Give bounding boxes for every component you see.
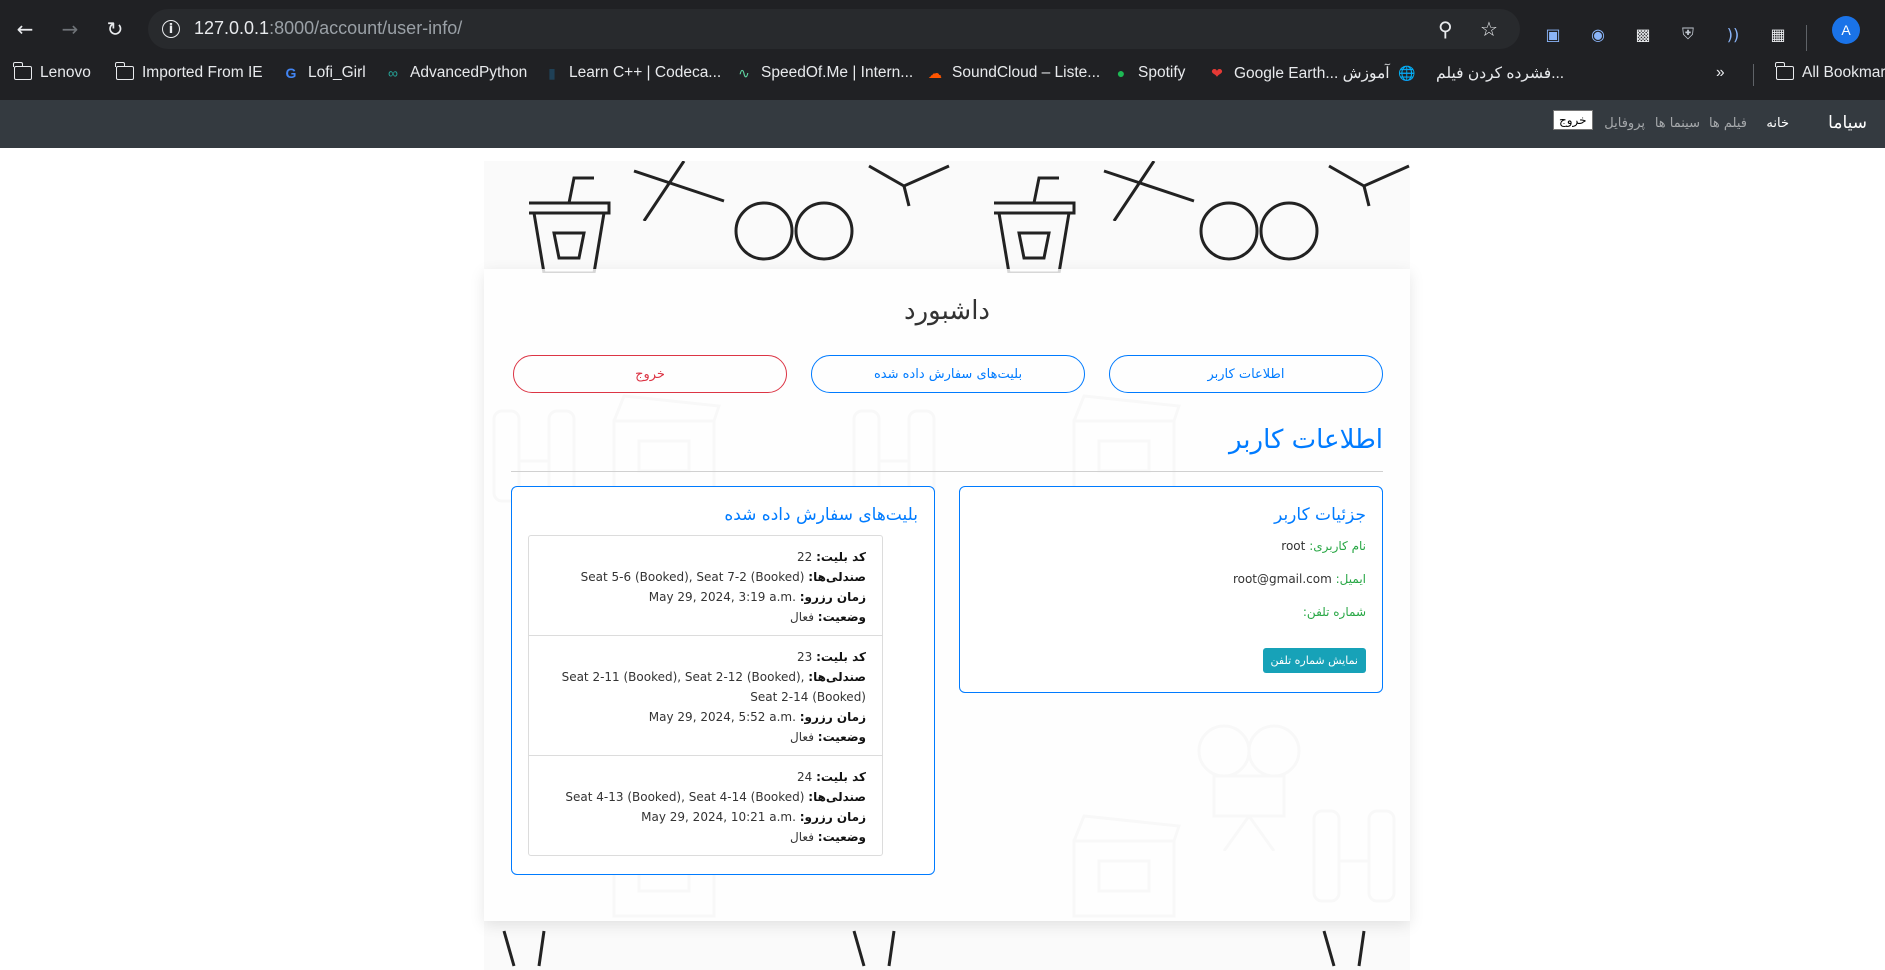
user-details-title: جزئیات کاربر — [1274, 505, 1366, 525]
dashboard-card: داشبورد اطلاعات کاربر بلیت‌های سفارش داد… — [484, 269, 1410, 921]
list-item: کد بلیت: 22 صندلی‌ها: Seat 5-6 (Booked),… — [529, 536, 882, 636]
google-icon: G — [285, 65, 297, 81]
email-label: ایمیل: — [1335, 572, 1366, 586]
clapperboard-icon — [1103, 161, 1195, 221]
ticket-list: کد بلیت: 22 صندلی‌ها: Seat 5-6 (Booked),… — [528, 535, 883, 856]
nav-link-profile[interactable]: پروفایل — [1604, 116, 1645, 131]
ordered-tickets-title: بلیت‌های سفارش داده شده — [724, 505, 918, 525]
browser-toolbar: ← → ↻ i 127.0.0.1:8000/account/user-info… — [0, 9, 1885, 51]
ticket-time-line: زمان رزرو: May 29, 2024, 10:21 a.m. — [641, 810, 866, 824]
ticket-code-line: کد بلیت: 23 — [796, 650, 866, 664]
folder-icon — [13, 62, 32, 80]
list-item: کد بلیت: 23 صندلی‌ها: Seat 2-11 (Booked)… — [529, 636, 882, 756]
dashboard-title: داشبورد — [904, 296, 990, 326]
soundcloud-icon: ☁ — [928, 64, 942, 81]
folder-icon — [1775, 62, 1794, 80]
bookmark-speedofme[interactable]: ∿ SpeedOf.Me | Intern... — [735, 64, 913, 82]
section-title: اطلاعات کاربر — [1228, 425, 1383, 455]
soda-cup-icon — [529, 176, 611, 273]
username-label: نام کاربری: — [1309, 539, 1366, 553]
ticket-code-line: کد بلیت: 24 — [796, 770, 866, 784]
bookmark-compress-video[interactable]: 🌐 فشرده کردن فیلم... — [1398, 64, 1564, 83]
back-icon[interactable]: ← — [10, 14, 40, 44]
bookmark-google-earth[interactable]: ❤ Google Earth... آموزش — [1208, 64, 1389, 83]
profile-avatar[interactable]: A — [1832, 16, 1860, 44]
user-info-button[interactable]: اطلاعات کاربر — [1109, 355, 1383, 393]
popcorn-icon — [1328, 164, 1410, 207]
ticket-status-line: وضعیت: فعال — [790, 610, 866, 624]
ticket-status-line: وضعیت: فعال — [790, 730, 866, 744]
bookmark-lofi-girl[interactable]: G Lofi_Girl — [282, 64, 366, 82]
codecademy-icon: ▮ — [548, 64, 556, 81]
bookmarks-separator — [1753, 64, 1754, 86]
film-camera-icon — [734, 201, 854, 261]
bookmark-lenovo[interactable]: Lenovo — [13, 62, 91, 82]
nav-link-home[interactable]: خانه — [1766, 116, 1789, 131]
clapperboard-icon — [633, 161, 725, 221]
bookmark-soundcloud[interactable]: ☁ SoundCloud – Liste... — [926, 64, 1100, 82]
ticket-code-line: کد بلیت: 22 — [796, 550, 866, 564]
section-divider — [511, 471, 1383, 472]
email-row: ایمیل: root@gmail.com — [1233, 572, 1366, 586]
toolbar-separator — [1806, 25, 1807, 51]
folder-icon — [115, 62, 134, 80]
globe-icon: 🌐 — [1398, 65, 1416, 81]
bookmarks-bar: Lenovo Imported From IE G Lofi_Girl ∞ Adva… — [0, 58, 1885, 92]
address-bar[interactable]: i 127.0.0.1:8000/account/user-info/ ⚲ ☆ — [148, 9, 1520, 49]
ordered-tickets-box: بلیت‌های سفارش داده شده کد بلیت: 22 صندل… — [511, 486, 935, 875]
spotify-icon: ● — [1116, 65, 1126, 81]
ordered-tickets-button[interactable]: بلیت‌های سفارش داده شده — [811, 355, 1085, 393]
email-value: root@gmail.com — [1232, 572, 1332, 586]
vpn-extension-icon[interactable]: ◉ — [1587, 23, 1609, 45]
reload-icon[interactable]: ↻ — [100, 14, 130, 44]
site-navbar: سیاما خانه فیلم ها سینما ها پروفایل — [0, 100, 1885, 148]
ticket-seats-line: صندلی‌ها: Seat 4-13 (Booked), Seat 4-14 … — [565, 790, 866, 804]
bookmarks-overflow-icon[interactable]: » — [1716, 64, 1725, 82]
python-course-icon: ∞ — [388, 65, 398, 81]
zoom-icon[interactable]: ⚲ — [1438, 17, 1453, 41]
read-aloud-extension-icon[interactable]: )) — [1722, 23, 1744, 45]
ticket-time-line: زمان رزرو: May 29, 2024, 3:19 a.m. — [648, 590, 866, 604]
nav-link-cinemas[interactable]: سینما ها — [1655, 116, 1700, 131]
phone-row: شماره تلفن: — [1303, 605, 1366, 619]
show-phone-button[interactable]: نمایش شماره تلفن — [1262, 648, 1366, 673]
popcorn-icon — [868, 164, 950, 207]
ticket-seats-line: صندلی‌ها: Seat 2-11 (Booked), Seat 2-12 … — [561, 670, 866, 684]
logout-button[interactable]: خروج — [513, 355, 787, 393]
bookmark-spotify[interactable]: ● Spotify — [1112, 64, 1186, 82]
soda-cup-icon — [994, 176, 1076, 273]
forward-icon[interactable]: → — [55, 14, 85, 44]
shield-extension-icon[interactable]: ⛨ — [1677, 23, 1699, 45]
film-camera-icon — [1199, 201, 1319, 261]
bookmark-imported-from-ie[interactable]: Imported From IE — [115, 62, 263, 82]
bookmark-advancedpython[interactable]: ∞ AdvancedPython — [384, 64, 527, 82]
ticket-seats-line: صندلی‌ها: Seat 5-6 (Booked), Seat 7-2 (B… — [580, 570, 866, 584]
nav-link-movies[interactable]: فیلم ها — [1709, 116, 1747, 131]
user-details-box: جزئیات کاربر نام کاربری: root ایمیل: roo… — [959, 486, 1383, 693]
red-site-icon: ❤ — [1211, 65, 1223, 81]
username-row: نام کاربری: root — [1281, 539, 1366, 553]
ticket-seats-continued-line: Seat 2-14 (Booked) — [750, 690, 866, 704]
site-brand[interactable]: سیاما — [1828, 113, 1867, 133]
site-info-icon[interactable]: i — [162, 20, 180, 38]
bookmark-learn-cpp[interactable]: ▮ Learn C++ | Codeca... — [543, 64, 721, 82]
picture-in-picture-icon[interactable]: ▩ — [1632, 23, 1654, 45]
speedometer-wave-icon: ∿ — [738, 64, 750, 81]
screen-capture-extension-icon[interactable]: ▣ — [1542, 23, 1564, 45]
list-item: کد بلیت: 24 صندلی‌ها: Seat 4-13 (Booked)… — [529, 756, 882, 855]
navbar-logout-button[interactable]: خروج — [1553, 110, 1593, 130]
ticket-status-line: وضعیت: فعال — [790, 830, 866, 844]
extensions-puzzle-icon[interactable]: ▦ — [1767, 23, 1789, 45]
browser-chrome: ← → ↻ i 127.0.0.1:8000/account/user-info… — [0, 0, 1885, 100]
bookmark-star-icon[interactable]: ☆ — [1480, 17, 1498, 41]
bookmark-all-bookmarks[interactable]: All Bookmarks — [1775, 62, 1885, 82]
cinema-seat-row-icon — [502, 930, 1366, 967]
ticket-time-line: زمان رزرو: May 29, 2024, 5:52 a.m. — [648, 710, 866, 724]
username-value: root — [1281, 539, 1306, 553]
url-text[interactable]: 127.0.0.1:8000/account/user-info/ — [194, 18, 462, 39]
phone-label: شماره تلفن: — [1302, 605, 1366, 619]
